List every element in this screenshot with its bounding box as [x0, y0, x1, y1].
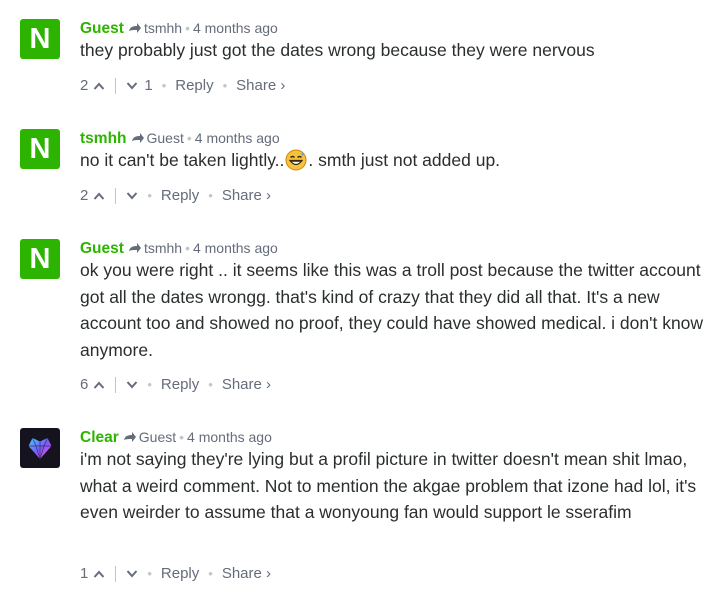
author-name[interactable]: tsmhh — [80, 130, 127, 147]
comment-text: ok you were right .. it seems like this … — [80, 260, 704, 360]
chevron-down-icon — [127, 82, 138, 90]
separator-dot: • — [208, 188, 213, 203]
upvote-count: 1 — [80, 565, 89, 582]
vote-divider — [115, 566, 117, 582]
separator-dot: • — [185, 20, 190, 36]
separator-dot: • — [161, 78, 167, 93]
separator-dot: • — [186, 130, 192, 146]
comment-header: Clear Guest • 4 months ago — [80, 428, 272, 446]
separator-dot: • — [185, 240, 190, 256]
vote-divider — [115, 78, 117, 94]
author-name[interactable]: Clear — [80, 429, 119, 446]
reply-button[interactable]: Reply — [175, 76, 213, 96]
reply-to-user[interactable]: tsmhh — [144, 240, 182, 256]
reply-button[interactable]: Reply — [161, 564, 199, 584]
chevron-up-icon — [94, 192, 105, 200]
heart-avatar-icon — [28, 437, 52, 461]
comment-footer: 1 • Reply • Share › — [80, 564, 271, 584]
downvote-button[interactable] — [126, 192, 138, 200]
upvote-button[interactable]: 2 — [80, 186, 105, 206]
comment-header: Guest tsmhh • 4 months ago — [80, 19, 278, 37]
comment-text: they probably just got the dates wrong b… — [80, 40, 595, 60]
author-name[interactable]: Guest — [80, 240, 124, 257]
downvote-button[interactable]: 1 — [126, 76, 153, 96]
separator-dot: • — [208, 377, 213, 392]
comment-text: no it can't be taken lightly... smth jus… — [80, 149, 501, 171]
chevron-down-icon — [127, 192, 138, 200]
comment-text: i'm not saying they're lying but a profi… — [80, 449, 697, 522]
reply-button[interactable]: Reply — [161, 186, 199, 206]
timestamp[interactable]: 4 months ago — [193, 240, 278, 256]
upvote-count: 2 — [80, 77, 89, 94]
share-button[interactable]: Share › — [222, 564, 271, 584]
avatar[interactable] — [20, 428, 60, 468]
share-button[interactable]: Share › — [236, 76, 285, 96]
separator-dot: • — [147, 188, 152, 203]
separator-dot: • — [179, 429, 185, 445]
grinning-sweat-emoji-icon — [285, 149, 307, 171]
separator-dot: • — [147, 377, 152, 392]
reply-button[interactable]: Reply — [161, 375, 199, 395]
upvote-count: 2 — [80, 187, 89, 204]
reply-to-user[interactable]: tsmhh — [144, 20, 182, 36]
timestamp[interactable]: 4 months ago — [195, 130, 280, 146]
comment-header: Guest tsmhh • 4 months ago — [80, 239, 278, 257]
separator-dot: • — [222, 78, 228, 93]
chevron-up-icon — [94, 570, 105, 578]
avatar[interactable]: N — [20, 19, 60, 59]
downvote-count: 1 — [144, 77, 153, 94]
reply-arrow-icon — [128, 243, 141, 253]
vote-divider — [115, 188, 117, 204]
timestamp[interactable]: 4 months ago — [187, 429, 272, 445]
upvote-button[interactable]: 1 — [80, 564, 105, 584]
vote-divider — [115, 377, 117, 393]
avatar[interactable]: N — [20, 129, 60, 169]
chevron-down-icon — [127, 381, 138, 389]
upvote-button[interactable]: 2 — [80, 76, 105, 96]
upvote-count: 6 — [80, 376, 89, 393]
comment-footer: 6 • Reply • Share › — [80, 375, 271, 395]
reply-to-user[interactable]: Guest — [147, 130, 184, 146]
comment-footer: 2 • Reply • Share › — [80, 186, 271, 206]
reply-to-user[interactable]: Guest — [139, 429, 176, 445]
reply-arrow-icon — [131, 133, 144, 143]
comment-header: tsmhh Guest • 4 months ago — [80, 129, 280, 147]
avatar[interactable]: N — [20, 239, 60, 279]
separator-dot: • — [208, 566, 213, 581]
chevron-up-icon — [94, 82, 105, 90]
comment-footer: 2 1 • Reply • Share › — [80, 76, 285, 96]
reply-arrow-icon — [128, 23, 141, 33]
downvote-button[interactable] — [126, 570, 138, 578]
reply-arrow-icon — [123, 432, 136, 442]
upvote-button[interactable]: 6 — [80, 375, 105, 395]
separator-dot: • — [147, 566, 152, 581]
share-button[interactable]: Share › — [222, 375, 271, 395]
share-button[interactable]: Share › — [222, 186, 271, 206]
chevron-down-icon — [127, 570, 138, 578]
timestamp[interactable]: 4 months ago — [193, 20, 278, 36]
author-name[interactable]: Guest — [80, 20, 124, 37]
downvote-button[interactable] — [126, 381, 138, 389]
chevron-up-icon — [94, 381, 105, 389]
